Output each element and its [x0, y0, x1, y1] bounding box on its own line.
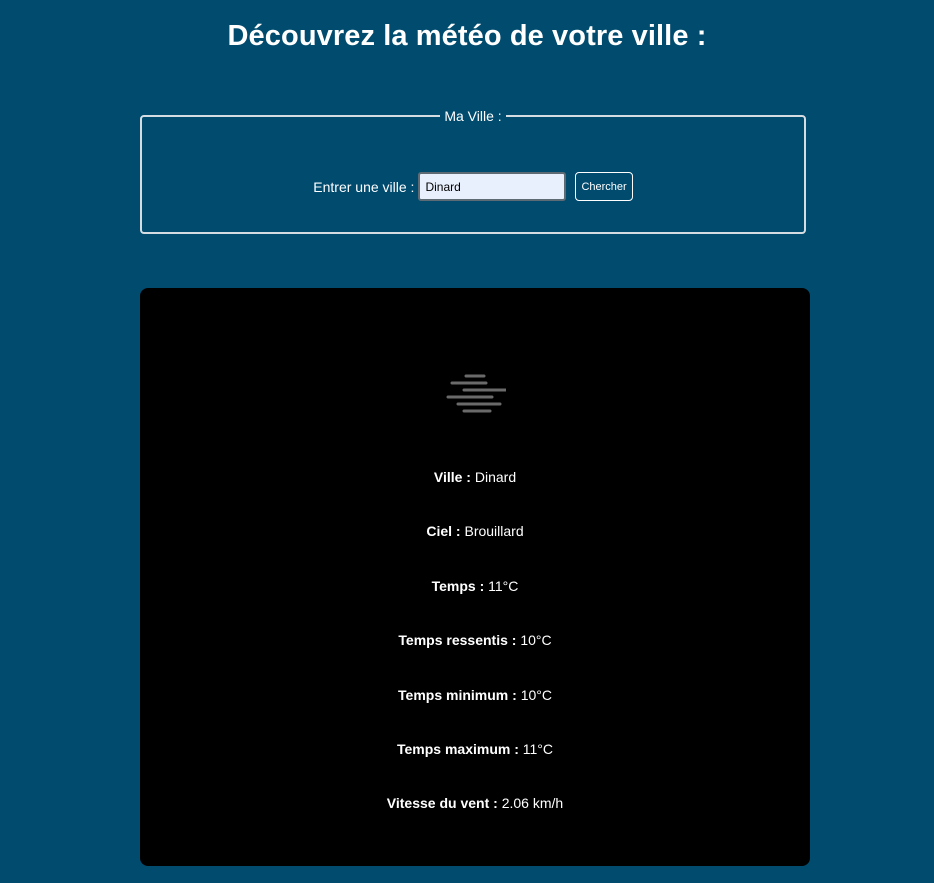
- weather-sky-label: Ciel :: [426, 523, 461, 539]
- weather-temp-max: Temps maximum : 11°C: [140, 740, 810, 758]
- weather-city-value: Dinard: [474, 469, 517, 485]
- weather-temp-max-label: Temps maximum :: [396, 741, 519, 757]
- city-fieldset: Ma Ville : Entrer une ville : Chercher: [140, 109, 806, 234]
- weather-city: Ville : Dinard: [140, 468, 810, 486]
- weather-temp-max-value: 11°C: [522, 741, 554, 757]
- weather-wind: Vitesse du vent : 2.06 km/h: [140, 794, 810, 812]
- weather-wind-value: 2.06 km/h: [501, 795, 564, 811]
- city-input[interactable]: [418, 172, 567, 201]
- weather-temp-value: 11°C: [488, 578, 519, 594]
- search-button[interactable]: Chercher: [575, 172, 633, 201]
- city-fieldset-legend: Ma Ville :: [444, 108, 502, 124]
- weather-sky: Ciel : Brouillard: [140, 522, 810, 540]
- page-title: Découvrez la météo de votre ville :: [227, 20, 707, 52]
- weather-wind-label: Vitesse du vent :: [386, 795, 498, 811]
- weather-sky-value: Brouillard: [464, 523, 524, 539]
- weather-card: Ville : Dinard Ciel : Brouillard Temps :…: [140, 288, 810, 866]
- fog-icon: [446, 374, 506, 413]
- weather-temp-min-label: Temps minimum :: [398, 687, 517, 703]
- weather-temp-label: Temps :: [431, 578, 485, 594]
- weather-temp: Temps : 11°C: [140, 577, 810, 595]
- weather-temp-min-value: 10°C: [520, 687, 552, 703]
- weather-feels-like-label: Temps ressentis :: [398, 632, 517, 648]
- weather-temp-min: Temps minimum : 10°C: [140, 686, 810, 704]
- weather-feels-like-value: 10°C: [520, 632, 552, 648]
- search-row: Entrer une ville : Chercher: [142, 172, 804, 201]
- weather-city-label: Ville :: [433, 469, 471, 485]
- city-input-label: Entrer une ville :: [313, 178, 415, 195]
- weather-feels-like: Temps ressentis : 10°C: [140, 631, 810, 649]
